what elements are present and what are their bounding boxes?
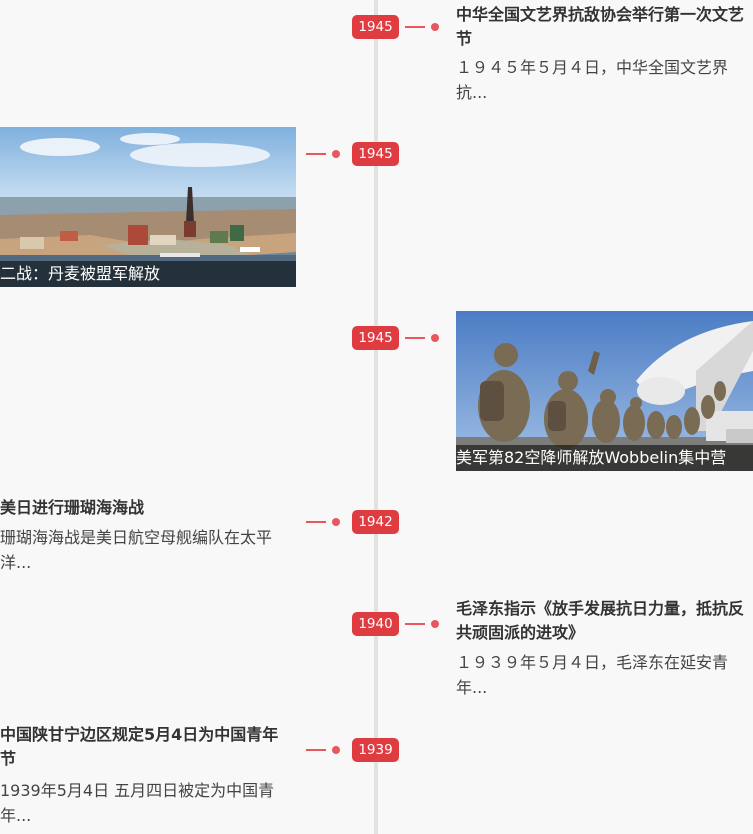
- timeline-connector: [306, 147, 340, 161]
- event-description: １９４５年５月４日，中华全国文艺界抗...: [456, 58, 729, 102]
- timeline-connector: [405, 331, 439, 345]
- timeline-connector: [306, 515, 340, 529]
- timeline-connector: [405, 20, 439, 34]
- event-image-card[interactable]: 美军第82空降师解放Wobbelin集中营: [456, 311, 753, 471]
- event-description: １９３９年５月４日，毛泽东在延安青年...: [456, 653, 729, 697]
- year-badge: 1940: [352, 612, 399, 636]
- timeline-axis: [374, 0, 378, 834]
- event-title[interactable]: 中国陕甘宁边区规定5月4日为中国青年节: [0, 723, 294, 771]
- year-badge: 1945: [352, 142, 399, 166]
- event-image-card[interactable]: 二战：丹麦被盟军解放: [0, 127, 296, 287]
- timeline-connector: [306, 743, 340, 757]
- event-title[interactable]: 毛泽东指示《放手发展抗日力量，抵抗反共顽固派的进攻》: [456, 597, 748, 645]
- image-caption: 二战：丹麦被盟军解放: [0, 261, 296, 287]
- timeline-connector: [405, 617, 439, 631]
- image-caption: 美军第82空降师解放Wobbelin集中营: [456, 445, 753, 471]
- year-badge: 1945: [352, 15, 399, 39]
- year-badge: 1939: [352, 738, 399, 762]
- event-title[interactable]: 中华全国文艺界抗敌协会举行第一次文艺节: [456, 3, 746, 51]
- event-description: 珊瑚海海战是美日航空母舰编队在太平洋...: [0, 528, 273, 572]
- year-badge: 1942: [352, 510, 399, 534]
- event-title[interactable]: 美日进行珊瑚海海战: [0, 496, 290, 520]
- event-description: 1939年5月4日 五月四日被定为中国青年...: [0, 781, 275, 825]
- year-badge: 1945: [352, 326, 399, 350]
